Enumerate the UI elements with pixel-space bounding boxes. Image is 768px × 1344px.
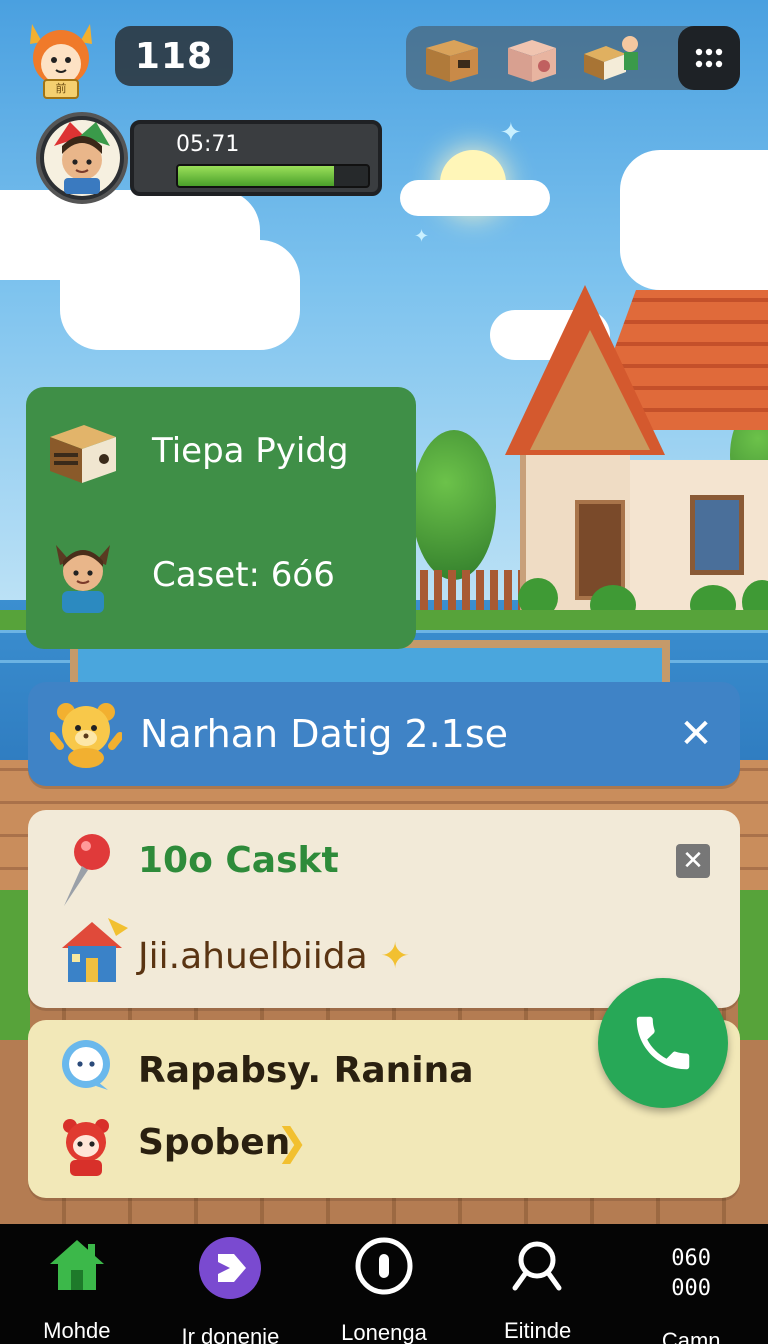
roof-inner: [530, 330, 650, 450]
grid-menu-icon: [695, 48, 723, 68]
close-icon[interactable]: ✕: [676, 714, 716, 754]
cloud: [60, 240, 300, 350]
timer-progress-bar: [176, 164, 370, 188]
red-character-icon: [63, 1119, 109, 1176]
circle-pause-icon: [352, 1236, 416, 1296]
coin-counter: 118: [115, 26, 233, 86]
timer-text: 05:71: [176, 132, 240, 157]
green-panel-title: Tiepa Pyidg: [152, 431, 349, 471]
timer-progress-fill: [178, 166, 334, 186]
quest-panel[interactable]: 10o Caskt ✕ Jii.ahuelbiida ✦: [28, 810, 740, 1008]
quest-close-button[interactable]: ✕: [676, 844, 710, 878]
coin-count: 118: [134, 35, 214, 77]
house-window: [690, 495, 744, 575]
character-icon: [56, 545, 110, 613]
sparkle-icon: ✦: [414, 226, 430, 247]
house-icon: [62, 918, 128, 982]
grass-left: [0, 890, 30, 1040]
inventory-bar: [406, 26, 740, 90]
chat-bubble-icon: [62, 1040, 110, 1090]
book-stack-icon[interactable]: [580, 32, 642, 84]
bear-icon: [50, 703, 122, 768]
grass-right: [738, 890, 768, 1040]
quest-title: 10o Caskt: [138, 840, 339, 881]
sparkle-icon: ❯: [276, 1120, 308, 1164]
player-profile[interactable]: 05:71: [36, 112, 382, 204]
gift-box-icon[interactable]: [500, 32, 562, 84]
timer-panel: 05:71: [130, 120, 382, 196]
nav-item-purple[interactable]: Ir donenje: [154, 1224, 308, 1344]
cloud: [620, 150, 768, 290]
call-button[interactable]: [598, 978, 728, 1108]
task-subtitle: Spoben: [138, 1122, 291, 1163]
nav-item-search[interactable]: Eitinde: [461, 1224, 615, 1344]
green-panel-row-2[interactable]: Caset: 6ó6: [46, 535, 335, 615]
bottom-navigation: Mohde Ir donenje Lonenga Eitinde 060 000…: [0, 1224, 768, 1344]
nav-item-camn[interactable]: 060 000 Camn: [614, 1224, 768, 1344]
notification-banner[interactable]: Narhan Datig 2.1se ✕: [28, 682, 740, 786]
map-pin-icon: [64, 834, 110, 906]
nav-label-home: Mohde: [43, 1318, 111, 1343]
cloud: [400, 180, 550, 216]
nav-item-pause[interactable]: Lonenga: [307, 1224, 461, 1344]
home-icon: [45, 1236, 109, 1294]
grid-menu-button[interactable]: [678, 26, 740, 90]
nav-label-camn: Camn: [661, 1328, 721, 1344]
quest-subtitle: Jii.ahuelbiida: [138, 936, 368, 977]
green-panel-row-1[interactable]: Tiepa Pyidg: [46, 415, 349, 487]
mascot-avatar[interactable]: 前: [26, 18, 96, 100]
code-display: 060 000: [671, 1240, 711, 1304]
chest-icon: [50, 425, 116, 483]
code-line-2: 000: [671, 1276, 712, 1301]
phone-icon: [636, 1016, 690, 1070]
nav-item-home[interactable]: Mohde: [0, 1224, 154, 1344]
crate-icon[interactable]: [420, 32, 482, 84]
search-icon: [506, 1236, 570, 1294]
tree: [412, 430, 496, 580]
sparkle-icon: ✦: [380, 936, 411, 977]
green-info-panel[interactable]: Tiepa Pyidg Caset: 6ó6: [26, 387, 416, 649]
banner-title: Narhan Datig 2.1se: [140, 712, 509, 756]
nav-label-search: Eitinde: [503, 1318, 572, 1343]
player-avatar[interactable]: [36, 112, 128, 204]
sparkle-icon: ✦: [500, 118, 522, 148]
nav-label-purple: Ir donenje: [181, 1324, 280, 1344]
task-title: Rapabsy. Ranina: [138, 1050, 474, 1091]
green-panel-value: Caset: 6ó6: [152, 555, 335, 595]
mascot-badge-text: 前: [55, 82, 67, 95]
code-line-1: 060: [671, 1246, 712, 1271]
nav-label-pause: Lonenga: [341, 1320, 427, 1344]
purple-arrow-icon: [198, 1236, 262, 1300]
close-icon: ✕: [682, 846, 704, 876]
